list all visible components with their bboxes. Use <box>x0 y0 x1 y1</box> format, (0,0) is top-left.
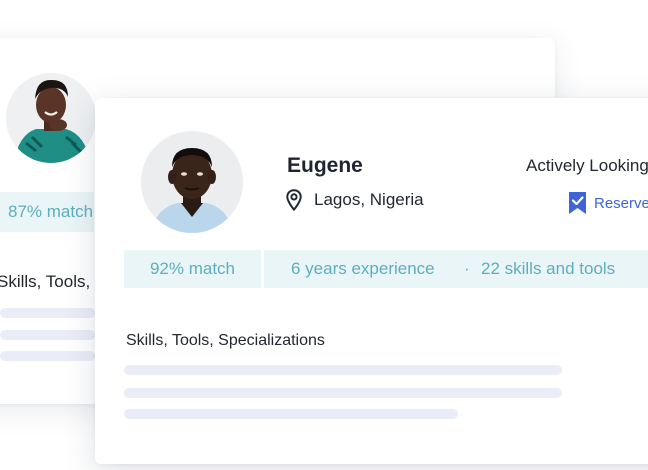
back-section-title: Skills, Tools, Specializations <box>0 272 95 291</box>
reserve-label: Reserve <box>594 194 648 212</box>
experience-label: 6 years experience <box>291 259 435 278</box>
placeholder-bar <box>124 388 562 398</box>
candidate-name[interactable]: Eugene <box>287 154 363 178</box>
back-match-badge: 87% match <box>0 192 94 232</box>
back-placeholder-bar <box>0 308 95 318</box>
placeholder-bar <box>124 365 562 375</box>
skills-count-label: 22 skills and tools <box>481 259 616 278</box>
avatar-candidate <box>141 131 243 233</box>
avatar-image <box>141 131 243 233</box>
section-title: Skills, Tools, Specializations <box>126 332 325 349</box>
separator-dot: · <box>464 259 470 278</box>
back-placeholder-bar <box>0 330 95 340</box>
match-badge: 92% match <box>124 250 261 288</box>
candidate-location: Lagos, Nigeria <box>286 189 424 211</box>
experience-summary: 6 years experience · 22 skills and tools <box>264 250 648 288</box>
location-label: Lagos, Nigeria <box>314 190 424 209</box>
map-pin-icon <box>286 189 302 211</box>
status-label: Actively Looking <box>526 156 648 175</box>
avatar-back-candidate <box>6 73 96 163</box>
back-placeholder-bar <box>0 351 95 361</box>
reserve-button[interactable]: Reserve <box>568 191 648 215</box>
placeholder-bar <box>124 409 458 419</box>
canvas: 87% match Skills, Tools, Specializations <box>0 0 648 470</box>
bookmark-check-icon <box>569 192 586 214</box>
avatar-back-image <box>6 73 96 163</box>
